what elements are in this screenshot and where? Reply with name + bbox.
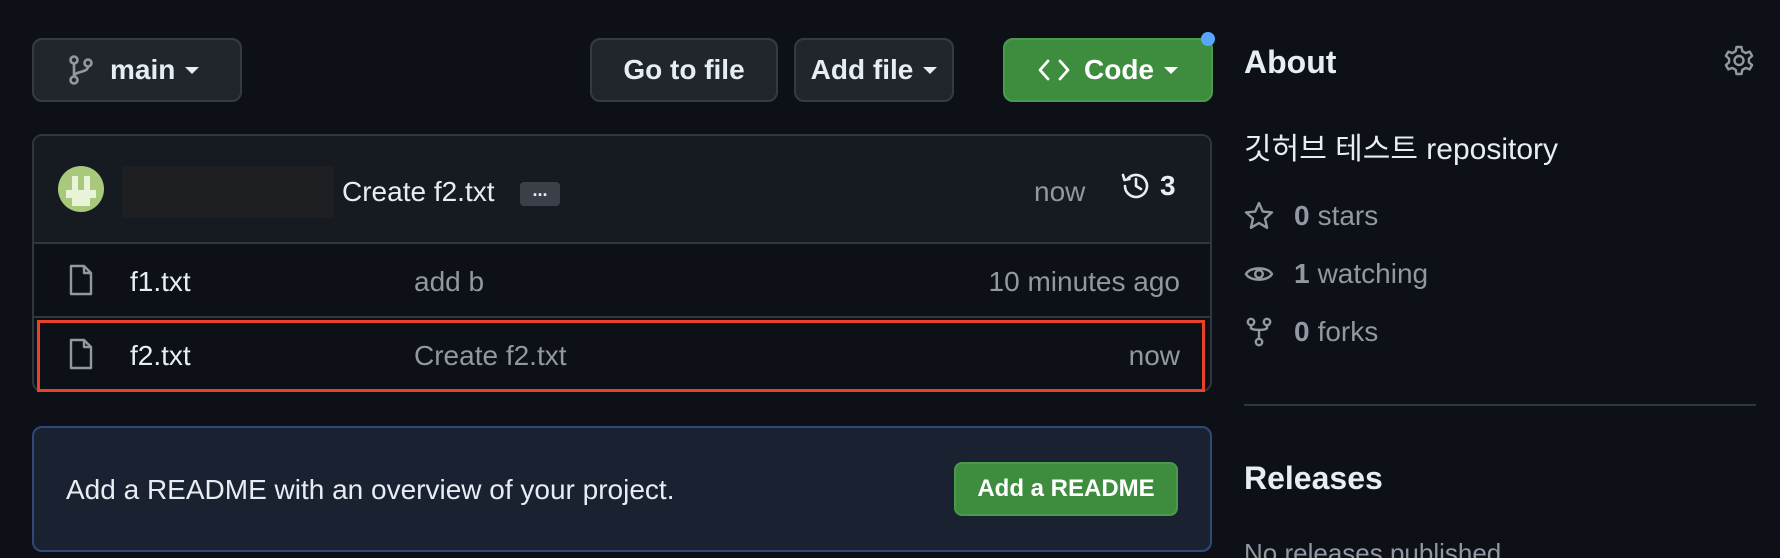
latest-commit-row: Create f2.txt ... now 3 [34, 136, 1210, 244]
commit-history-link[interactable]: 3 [1120, 170, 1176, 202]
add-readme-label: Add a README [977, 475, 1155, 502]
forks-count: 0 [1294, 316, 1310, 347]
git-branch-icon [68, 55, 94, 85]
stars-label: stars [1317, 200, 1379, 231]
chevron-down-icon [923, 66, 938, 74]
file-commit-message[interactable]: Create f2.txt [414, 340, 567, 372]
readme-prompt-text: Add a README with an overview of your pr… [66, 474, 675, 505]
chevron-down-icon [185, 66, 200, 74]
file-commit-message[interactable]: add b [414, 266, 484, 298]
eye-icon [1244, 259, 1274, 289]
file-name-link[interactable]: f2.txt [130, 340, 191, 372]
history-icon [1120, 170, 1152, 202]
latest-commit-message[interactable]: Create f2.txt [342, 176, 495, 208]
file-name-link[interactable]: f1.txt [130, 266, 191, 298]
repository-page: main Go to file Add file Code Create f2.… [0, 0, 1780, 558]
repo-forked-icon [1244, 317, 1274, 347]
star-icon [1244, 201, 1274, 231]
file-commit-time: now [1128, 340, 1180, 371]
commit-details-toggle[interactable]: ... [520, 181, 560, 206]
go-to-file-label: Go to file [623, 54, 745, 85]
forks-label: forks [1317, 316, 1379, 347]
add-file-button[interactable]: Add file [794, 38, 954, 102]
stars-link[interactable]: 0 stars [1244, 200, 1378, 232]
releases-heading[interactable]: Releases [1244, 460, 1383, 497]
add-readme-button[interactable]: Add a README [954, 462, 1178, 516]
watching-link[interactable]: 1 watching [1244, 258, 1428, 290]
branch-name: main [110, 54, 176, 85]
go-to-file-button[interactable]: Go to file [590, 38, 778, 102]
file-table: Create f2.txt ... now 3 f1.txt add b 10 … [32, 134, 1212, 392]
readme-banner: Add a README with an overview of your pr… [32, 426, 1212, 552]
table-row: f1.txt add b 10 minutes ago [34, 244, 1210, 318]
commit-count: 3 [1160, 170, 1176, 201]
watching-label: watching [1317, 258, 1429, 289]
sidebar-divider [1244, 404, 1756, 406]
about-heading: About [1244, 44, 1337, 80]
chevron-down-icon [1164, 66, 1178, 74]
latest-commit-time: now [1034, 176, 1086, 207]
code-icon [1038, 59, 1070, 81]
file-icon [68, 264, 94, 301]
gear-icon[interactable] [1722, 44, 1756, 83]
repo-description: 깃허브 테스트 repository [1244, 133, 1558, 166]
stars-count: 0 [1294, 200, 1310, 231]
notification-dot [1201, 32, 1215, 46]
table-row: f2.txt Create f2.txt now [34, 318, 1210, 390]
code-label: Code [1084, 54, 1154, 85]
redacted-author-name [122, 166, 334, 218]
avatar[interactable] [58, 166, 104, 212]
forks-link[interactable]: 0 forks [1244, 316, 1378, 348]
branch-selector-button[interactable]: main [32, 38, 242, 102]
code-button[interactable]: Code [1003, 38, 1213, 102]
no-releases-text: No releases published [1244, 538, 1502, 558]
file-commit-time: 10 minutes ago [988, 266, 1180, 297]
watching-count: 1 [1294, 258, 1310, 289]
file-icon [68, 338, 94, 375]
add-file-label: Add file [810, 54, 914, 85]
